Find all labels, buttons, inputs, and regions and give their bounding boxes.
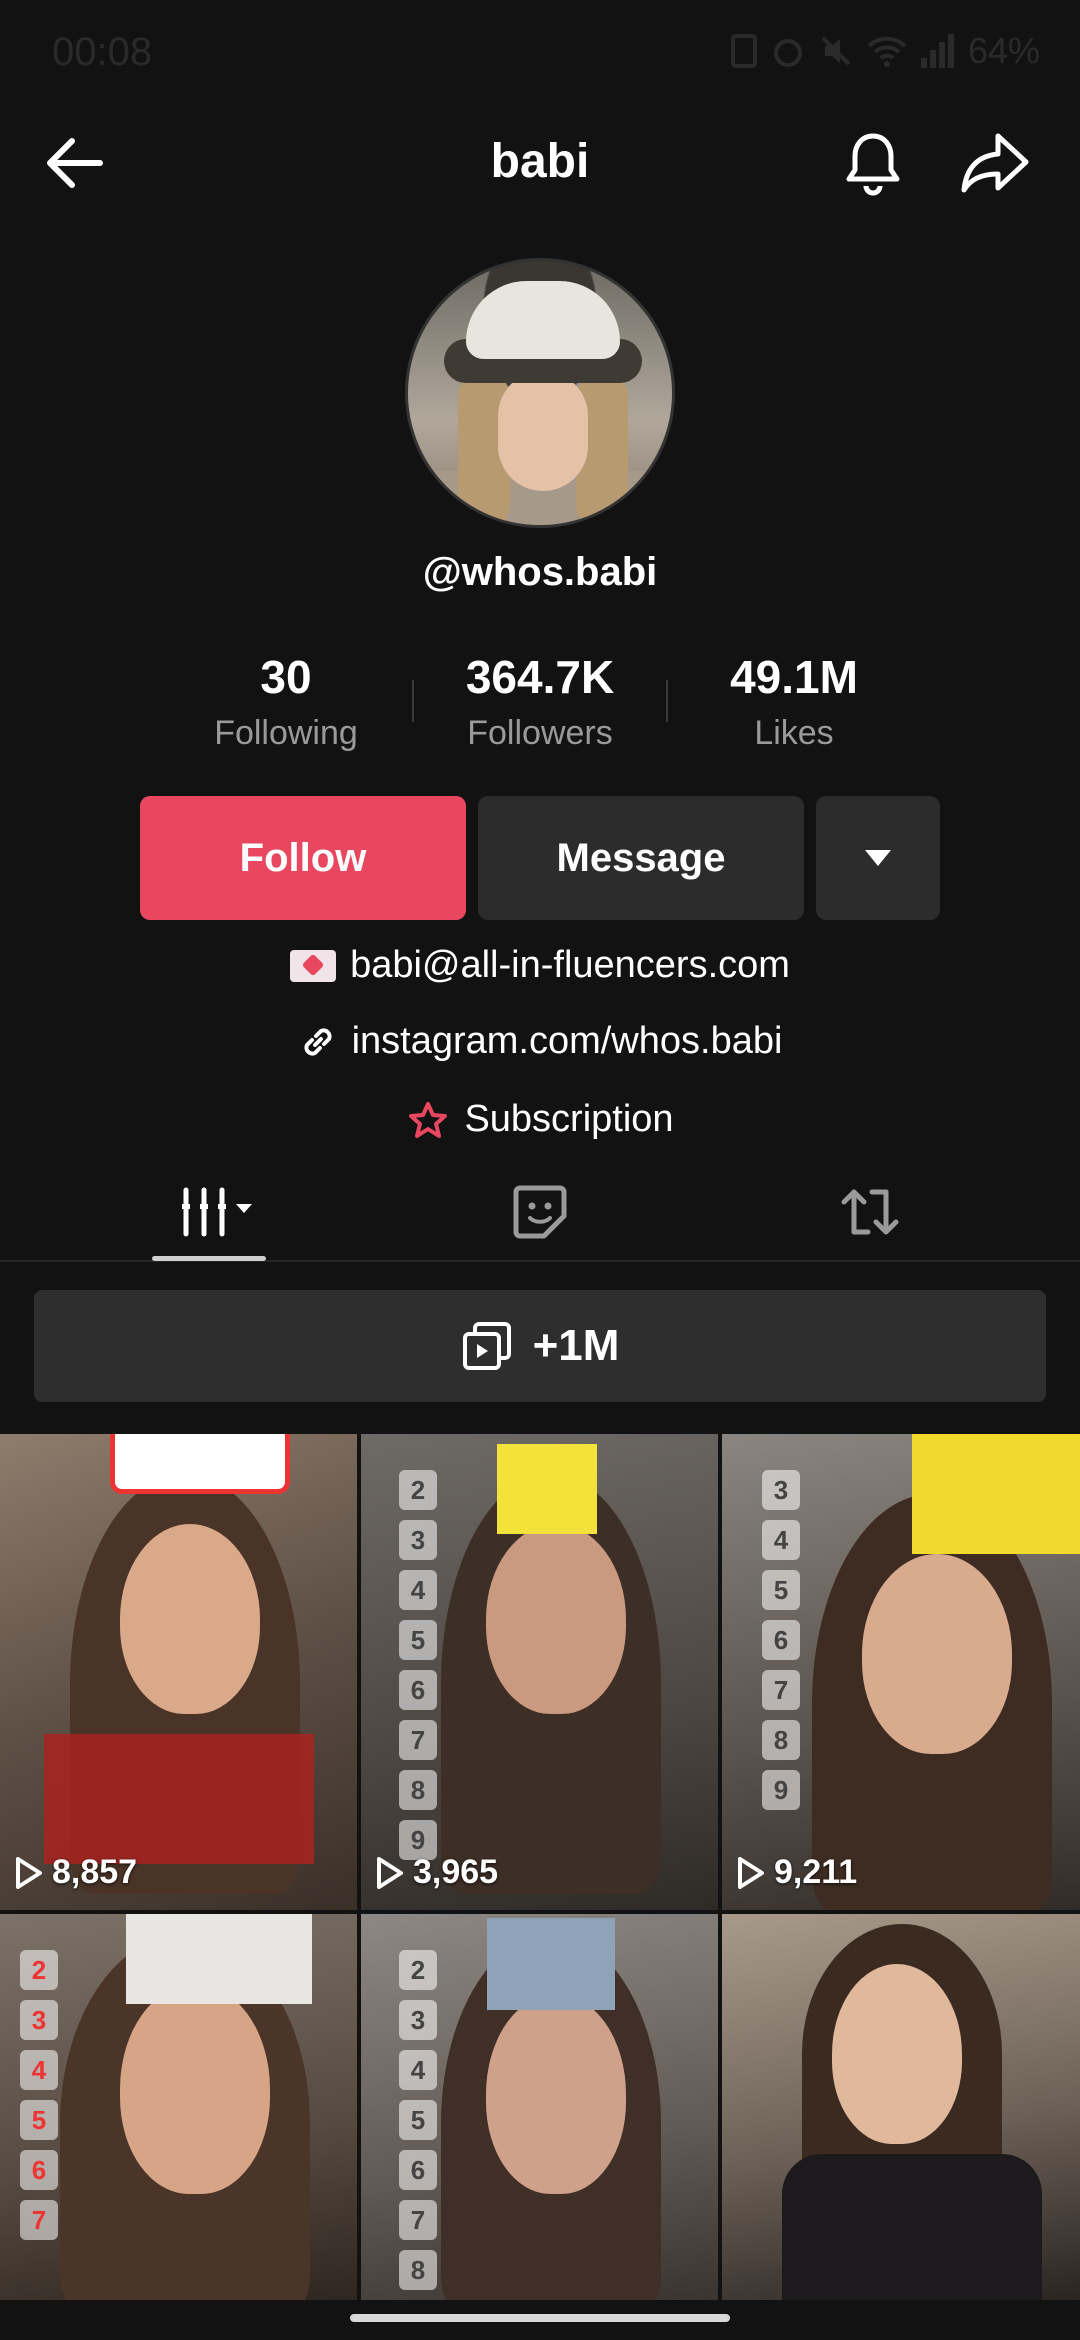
view-count: 8,857 (14, 1853, 137, 1892)
page-title: babi (490, 135, 590, 188)
videos-grid-icon (182, 1187, 252, 1237)
likes-stat[interactable]: 49.1M Likes (668, 650, 920, 770)
suggested-accounts-button[interactable] (816, 796, 940, 920)
likes-count: 49.1M (730, 651, 858, 703)
top-nav: babi (0, 110, 1080, 210)
tab-reposts[interactable] (820, 1172, 920, 1252)
share-button[interactable] (958, 128, 1032, 198)
video-thumbnail[interactable]: 2345678 (361, 1914, 718, 2300)
tab-videos[interactable] (170, 1172, 270, 1252)
bell-icon (846, 133, 900, 196)
video-thumbnail[interactable] (722, 1914, 1080, 2300)
active-tab-indicator (152, 1256, 266, 1261)
ranking-numbers: 23456789 (399, 1470, 437, 1860)
collection-play-icon (462, 1322, 511, 1370)
following-count: 30 (260, 651, 312, 703)
following-stat[interactable]: 30 Following (160, 650, 412, 770)
view-count-text: 3,965 (413, 1853, 499, 1891)
profile-stats: 30 Following 364.7K Followers 49.1M Like… (160, 650, 920, 770)
share-arrow-icon (961, 133, 1029, 193)
notifications-button[interactable] (838, 128, 908, 198)
view-count-text: 8,857 (52, 1853, 138, 1891)
mute-icon (821, 36, 851, 66)
battery-percent: 64% (967, 30, 1040, 71)
profile-handle: @whos.babi (422, 550, 658, 594)
collection-label: +1M (532, 1321, 620, 1370)
video-thumbnail[interactable]: 3456789 9,211 (722, 1434, 1080, 1910)
status-time: 00:08 (52, 30, 153, 74)
play-icon (377, 1856, 403, 1889)
video-thumbnail[interactable]: 8,857 (0, 1434, 357, 1910)
love-letter-icon (290, 949, 337, 982)
reposts-icon (841, 1189, 899, 1235)
follow-button[interactable]: Follow (140, 796, 466, 920)
bio-email: babi@all-in-fluencers.com (350, 944, 790, 986)
play-icon (16, 1856, 42, 1889)
view-count: 3,965 (375, 1853, 498, 1892)
video-grid: 8,857 23456789 3,965 3456789 9,211 2 3 4… (0, 1434, 1080, 2300)
avatar[interactable] (405, 258, 675, 528)
followers-label: Followers (467, 714, 613, 752)
subscription-link[interactable]: Subscription (0, 1098, 1080, 1141)
profile-tabs (0, 1160, 1080, 1262)
message-button[interactable]: Message (478, 796, 804, 920)
subscription-star-icon (409, 1101, 448, 1138)
status-icons: 64% (730, 30, 1040, 72)
alarm-icon (773, 39, 802, 67)
bio-link-text: instagram.com/whos.babi (351, 1020, 783, 1062)
ranking-numbers: 234567 (20, 1950, 58, 2240)
wifi-icon (867, 36, 907, 67)
ranking-numbers: 3456789 (762, 1470, 800, 1810)
video-thumbnail[interactable]: 23456789 3,965 (361, 1434, 718, 1910)
collection-button[interactable]: +1M (34, 1290, 1046, 1402)
signal-icon (920, 34, 954, 68)
bio-email-line[interactable]: babi@all-in-fluencers.com (0, 944, 1080, 987)
link-icon (304, 1027, 332, 1056)
followers-count: 364.7K (465, 651, 615, 703)
bio-link[interactable]: instagram.com/whos.babi (0, 1020, 1080, 1063)
view-count-text: 9,211 (774, 1853, 858, 1891)
view-count: 9,211 (736, 1853, 857, 1892)
likes-label: Likes (754, 714, 834, 752)
tab-favorites[interactable] (490, 1172, 590, 1252)
followers-stat[interactable]: 364.7K Followers (414, 650, 666, 770)
status-bar: 00:08 64% (0, 0, 1080, 110)
caret-down-icon (865, 850, 891, 866)
play-icon (738, 1856, 764, 1889)
ranking-numbers: 2345678 (399, 1950, 437, 2290)
subscription-label: Subscription (464, 1098, 674, 1140)
home-indicator[interactable] (350, 2314, 730, 2322)
video-thumbnail[interactable]: 234567 (0, 1914, 357, 2300)
battery-saver-icon (730, 34, 757, 68)
favorites-sticker-icon (513, 1185, 567, 1239)
following-label: Following (214, 714, 358, 752)
